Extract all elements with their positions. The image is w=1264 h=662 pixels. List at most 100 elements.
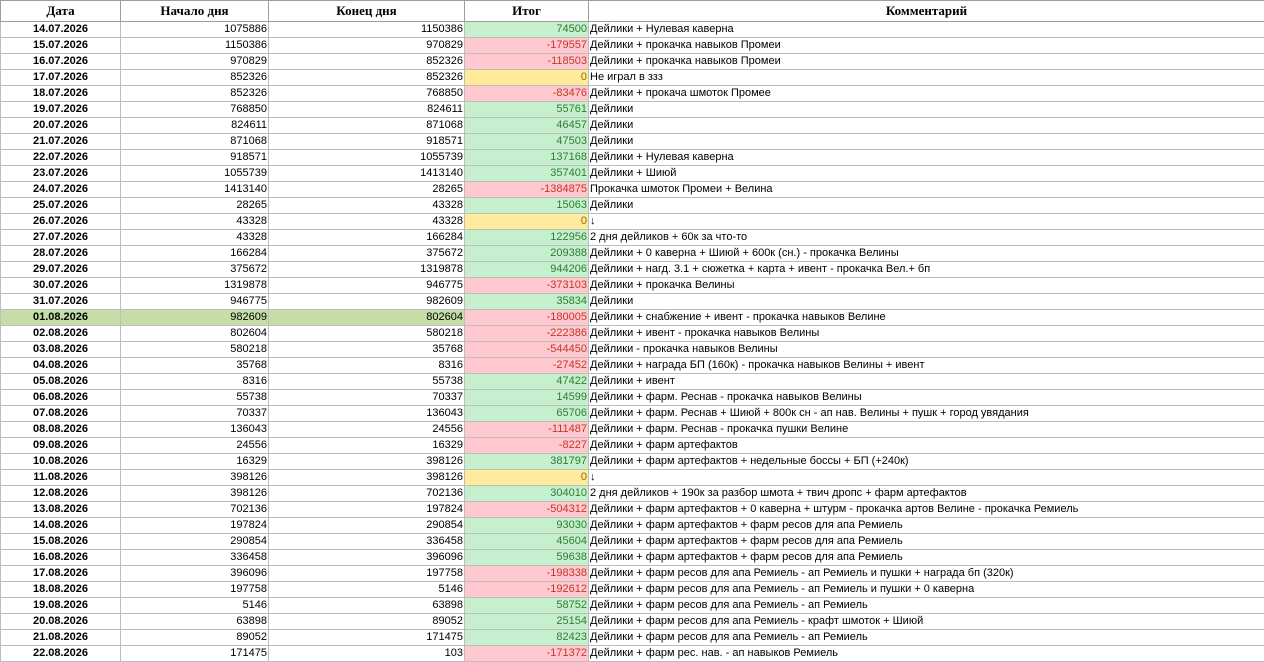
cell-end[interactable]: 166284 [269, 230, 465, 246]
cell-end[interactable]: 1150386 [269, 22, 465, 38]
cell-date[interactable]: 16.07.2026 [1, 54, 121, 70]
cell-end[interactable]: 336458 [269, 534, 465, 550]
cell-date[interactable]: 18.08.2026 [1, 582, 121, 598]
cell-date[interactable]: 24.07.2026 [1, 182, 121, 198]
cell-start[interactable]: 290854 [121, 534, 269, 550]
cell-end[interactable]: 24556 [269, 422, 465, 438]
cell-start[interactable]: 70337 [121, 406, 269, 422]
cell-result[interactable]: 14599 [465, 390, 589, 406]
cell-comment[interactable]: Дейлики + снабжение + ивент - прокачка н… [589, 310, 1264, 326]
cell-result[interactable]: -192612 [465, 582, 589, 598]
cell-end[interactable]: 103 [269, 646, 465, 662]
cell-result[interactable]: 47422 [465, 374, 589, 390]
cell-end[interactable]: 946775 [269, 278, 465, 294]
cell-end[interactable]: 398126 [269, 470, 465, 486]
cell-result[interactable]: -179557 [465, 38, 589, 54]
cell-date[interactable]: 23.07.2026 [1, 166, 121, 182]
cell-comment[interactable]: Дейлики + Нулевая каверна [589, 150, 1264, 166]
cell-result[interactable]: 357401 [465, 166, 589, 182]
cell-comment[interactable]: Дейлики + фарм. Реснав + Шиюй + 800к сн … [589, 406, 1264, 422]
cell-end[interactable]: 702136 [269, 486, 465, 502]
cell-start[interactable]: 55738 [121, 390, 269, 406]
cell-comment[interactable]: Дейлики + фарм ресов для апа Ремиель - а… [589, 582, 1264, 598]
cell-comment[interactable]: Дейлики + фарм артефактов + фарм ресов д… [589, 534, 1264, 550]
cell-date[interactable]: 11.08.2026 [1, 470, 121, 486]
cell-result[interactable]: 137168 [465, 150, 589, 166]
cell-date[interactable]: 21.08.2026 [1, 630, 121, 646]
cell-date[interactable]: 01.08.2026 [1, 310, 121, 326]
cell-result[interactable]: -8227 [465, 438, 589, 454]
header-comment[interactable]: Комментарий [589, 1, 1264, 22]
cell-result[interactable]: -118503 [465, 54, 589, 70]
cell-date[interactable]: 02.08.2026 [1, 326, 121, 342]
cell-end[interactable]: 70337 [269, 390, 465, 406]
cell-end[interactable]: 871068 [269, 118, 465, 134]
cell-comment[interactable]: Дейлики + фарм ресов для апа Ремиель - к… [589, 614, 1264, 630]
cell-start[interactable]: 702136 [121, 502, 269, 518]
cell-result[interactable]: 82423 [465, 630, 589, 646]
cell-start[interactable]: 197758 [121, 582, 269, 598]
cell-start[interactable]: 918571 [121, 150, 269, 166]
cell-date[interactable]: 04.08.2026 [1, 358, 121, 374]
cell-start[interactable]: 8316 [121, 374, 269, 390]
cell-comment[interactable]: Дейлики + 0 каверна + Шиюй + 600к (сн.) … [589, 246, 1264, 262]
cell-start[interactable]: 1055739 [121, 166, 269, 182]
cell-date[interactable]: 17.08.2026 [1, 566, 121, 582]
cell-start[interactable]: 824611 [121, 118, 269, 134]
cell-end[interactable]: 136043 [269, 406, 465, 422]
cell-end[interactable]: 852326 [269, 54, 465, 70]
cell-end[interactable]: 35768 [269, 342, 465, 358]
cell-comment[interactable]: Дейлики + Нулевая каверна [589, 22, 1264, 38]
cell-comment[interactable]: Дейлики + прокачка Велины [589, 278, 1264, 294]
cell-end[interactable]: 982609 [269, 294, 465, 310]
cell-date[interactable]: 16.08.2026 [1, 550, 121, 566]
cell-result[interactable]: 381797 [465, 454, 589, 470]
cell-result[interactable]: 15063 [465, 198, 589, 214]
cell-end[interactable]: 1055739 [269, 150, 465, 166]
cell-comment[interactable]: Дейлики + фарм ресов для апа Ремиель - а… [589, 598, 1264, 614]
cell-end[interactable]: 802604 [269, 310, 465, 326]
cell-date[interactable]: 30.07.2026 [1, 278, 121, 294]
cell-start[interactable]: 396096 [121, 566, 269, 582]
cell-start[interactable]: 63898 [121, 614, 269, 630]
cell-date[interactable]: 15.07.2026 [1, 38, 121, 54]
cell-start[interactable]: 852326 [121, 86, 269, 102]
cell-end[interactable]: 970829 [269, 38, 465, 54]
cell-date[interactable]: 20.08.2026 [1, 614, 121, 630]
cell-result[interactable]: -83476 [465, 86, 589, 102]
cell-comment[interactable]: ↓ [589, 470, 1264, 486]
cell-result[interactable]: -222386 [465, 326, 589, 342]
cell-end[interactable]: 918571 [269, 134, 465, 150]
cell-result[interactable]: -504312 [465, 502, 589, 518]
cell-result[interactable]: 304010 [465, 486, 589, 502]
cell-end[interactable]: 89052 [269, 614, 465, 630]
cell-comment[interactable]: ↓ [589, 214, 1264, 230]
cell-date[interactable]: 12.08.2026 [1, 486, 121, 502]
cell-result[interactable]: 0 [465, 70, 589, 86]
header-end[interactable]: Конец дня [269, 1, 465, 22]
cell-start[interactable]: 28265 [121, 198, 269, 214]
cell-end[interactable]: 197824 [269, 502, 465, 518]
cell-end[interactable]: 16329 [269, 438, 465, 454]
cell-date[interactable]: 08.08.2026 [1, 422, 121, 438]
cell-end[interactable]: 768850 [269, 86, 465, 102]
cell-end[interactable]: 852326 [269, 70, 465, 86]
cell-comment[interactable]: Дейлики [589, 134, 1264, 150]
cell-start[interactable]: 5146 [121, 598, 269, 614]
cell-end[interactable]: 5146 [269, 582, 465, 598]
header-start[interactable]: Начало дня [121, 1, 269, 22]
cell-comment[interactable]: Прокачка шмоток Промеи + Велина [589, 182, 1264, 198]
cell-start[interactable]: 166284 [121, 246, 269, 262]
cell-result[interactable]: 59638 [465, 550, 589, 566]
cell-comment[interactable]: Дейлики + фарм. Реснав - прокачка пушки … [589, 422, 1264, 438]
cell-end[interactable]: 580218 [269, 326, 465, 342]
cell-result[interactable]: 209388 [465, 246, 589, 262]
cell-start[interactable]: 35768 [121, 358, 269, 374]
cell-start[interactable]: 375672 [121, 262, 269, 278]
cell-comment[interactable]: Дейлики + фарм артефактов + фарм ресов д… [589, 518, 1264, 534]
cell-comment[interactable]: Дейлики + фарм артефактов + 0 каверна + … [589, 502, 1264, 518]
cell-date[interactable]: 28.07.2026 [1, 246, 121, 262]
cell-start[interactable]: 970829 [121, 54, 269, 70]
cell-start[interactable]: 802604 [121, 326, 269, 342]
cell-end[interactable]: 824611 [269, 102, 465, 118]
